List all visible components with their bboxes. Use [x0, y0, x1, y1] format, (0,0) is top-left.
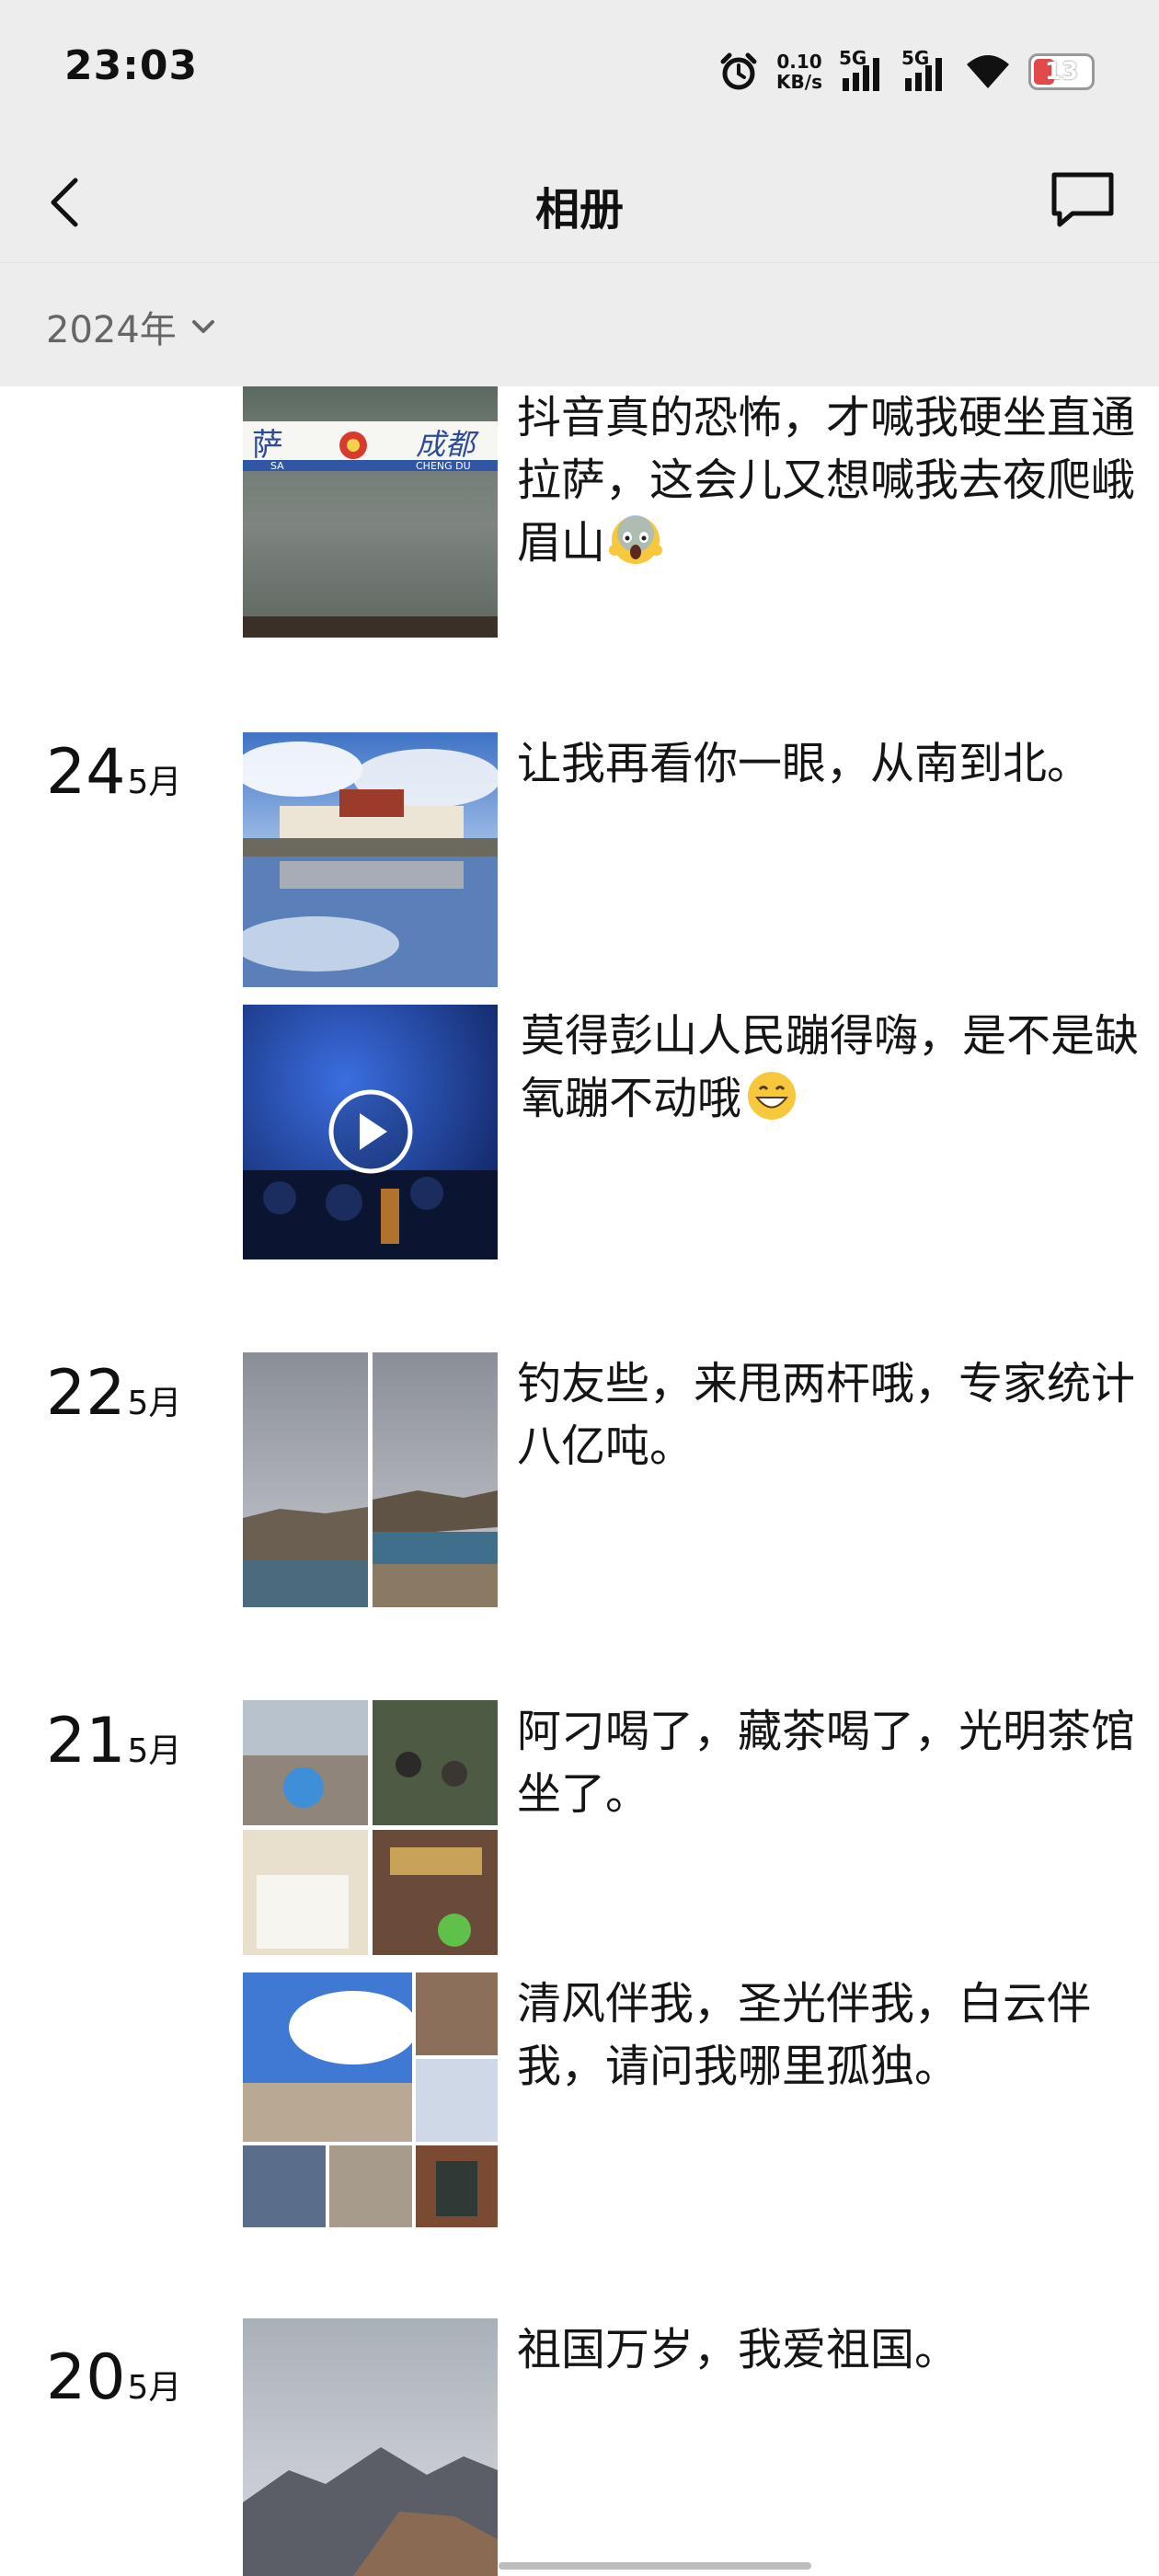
year-filter-bar: 2024年 [0, 262, 1159, 386]
street-collage-image [243, 1972, 498, 2227]
sign-text-right: 成都 [416, 427, 476, 462]
nav-bar: 相册 [0, 147, 1159, 262]
caption-text: 清风伴我，圣光伴我，白云伴我，请问我哪里孤独。 [517, 1978, 1092, 2092]
date-day: 22 [46, 1357, 126, 1430]
signal-1: 5G [839, 47, 885, 93]
status-time: 23:03 [64, 42, 199, 89]
post-caption[interactable]: 清风伴我，圣光伴我，白云伴我，请问我哪里孤独。 [517, 1972, 1142, 2098]
potala-palace-image [243, 732, 498, 987]
status-icons: 0.10 KB/s 5G 5G 13 [717, 44, 1095, 99]
status-bar: 23:03 0.10 KB/s 5G 5G 13 [0, 0, 1159, 147]
date-month: 5月 [127, 1732, 182, 1770]
message-button[interactable] [1049, 167, 1117, 232]
net-speed-unit: KB/s [776, 71, 822, 93]
grinning-face-emoji-icon [748, 1072, 797, 1120]
scared-face-emoji-icon [609, 515, 663, 564]
mountain-image [243, 2318, 498, 2576]
home-indicator[interactable] [499, 2562, 811, 2570]
sign-sub-left: SA [270, 460, 284, 472]
date-day: 24 [46, 736, 126, 809]
net-speed-value: 0.10 [776, 51, 822, 73]
lake-photos-image [243, 1352, 498, 1607]
caption-text: 钓友些，来甩两杆哦，专家统计八亿吨。 [517, 1358, 1136, 1472]
caption-text: 莫得彭山人民蹦得嗨，是不是缺氧蹦不动哦 [521, 1010, 1140, 1124]
date-label: 21 5月 [46, 1705, 181, 1777]
sign-sub-right: CHENG DU [416, 460, 471, 472]
lhasa-street-collage-image [243, 1700, 498, 1955]
chat-bubble-icon [1051, 172, 1114, 227]
signal-bars-icon [905, 58, 942, 91]
signal-2: 5G [901, 47, 947, 93]
photo-thumbnail[interactable] [243, 1972, 498, 2227]
year-selector[interactable]: 2024年 [46, 300, 215, 353]
photo-thumbnail[interactable] [243, 732, 498, 987]
concert-image [243, 1005, 498, 1259]
post-caption[interactable]: 莫得彭山人民蹦得嗨，是不是缺氧蹦不动哦 [521, 1005, 1146, 1130]
date-label: 22 5月 [46, 1357, 181, 1430]
caption-text: 祖国万岁，我爱祖国。 [517, 2324, 959, 2375]
date-label: 20 5月 [46, 2341, 181, 2414]
post-caption[interactable]: 钓友些，来甩两杆哦，专家统计八亿吨。 [517, 1352, 1142, 1478]
date-month: 5月 [127, 764, 182, 801]
year-label: 2024年 [46, 309, 177, 351]
post-caption[interactable]: 让我再看你一眼，从南到北。 [517, 732, 1142, 795]
alarm-icon [720, 52, 757, 90]
post-caption[interactable]: 阿刁喝了，藏茶喝了，光明茶馆坐了。 [517, 1700, 1142, 1825]
photo-thumbnail[interactable] [243, 2318, 498, 2576]
date-day: 20 [46, 2341, 126, 2414]
caption-text: 阿刁喝了，藏茶喝了，光明茶馆坐了。 [517, 1706, 1136, 1820]
date-label: 24 5月 [46, 736, 181, 809]
signal-bars-icon [843, 58, 879, 91]
net-speed: 0.10 KB/s [776, 52, 822, 92]
battery-icon: 13 [1028, 53, 1095, 90]
photo-thumbnail[interactable] [243, 1700, 498, 1955]
date-month: 5月 [127, 2369, 182, 2407]
chevron-down-icon [191, 320, 214, 333]
date-day: 21 [46, 1705, 126, 1777]
caption-text: 让我再看你一眼，从南到北。 [517, 738, 1092, 789]
sign-text-left: 萨 [252, 427, 283, 464]
date-month: 5月 [127, 1385, 182, 1422]
photo-thumbnail[interactable] [243, 1352, 498, 1607]
album-timeline: 萨 成都 SA CHENG DU 抖音真的恐怖，才喊我硬坐直通拉萨，这会儿又想喊… [0, 386, 1159, 2576]
post-caption[interactable]: 祖国万岁，我爱祖国。 [517, 2318, 1142, 2381]
battery-percent: 13 [1044, 58, 1079, 86]
page-title: 相册 [534, 184, 624, 236]
post-caption[interactable]: 抖音真的恐怖，才喊我硬坐直通拉萨，这会儿又想喊我去夜爬峨眉山 [517, 386, 1142, 574]
video-thumbnail[interactable] [243, 1005, 498, 1259]
photo-thumbnail[interactable]: 萨 成都 SA CHENG DU [243, 386, 498, 638]
wifi-icon [967, 55, 1009, 88]
